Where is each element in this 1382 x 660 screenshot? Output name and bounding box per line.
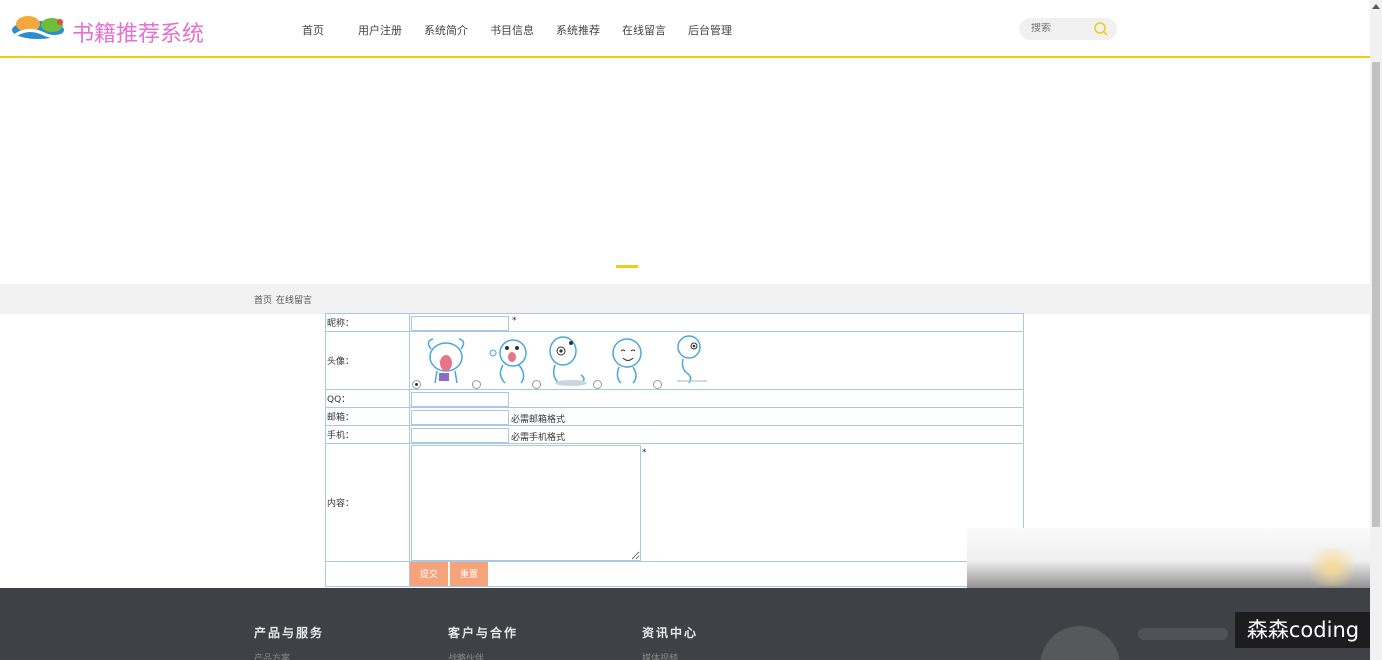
- submit-button[interactable]: 提交: [410, 562, 448, 586]
- content-textarea[interactable]: [411, 445, 641, 561]
- guestbook-form: 昵称： * 头像： QQ： 邮箱： 必需邮箱格式 手机： 必需手机格式 内容： …: [325, 313, 1024, 587]
- footer-col-news: 资讯中心 媒体视频: [642, 624, 698, 660]
- nav-item-home[interactable]: 首页: [302, 22, 324, 38]
- scroll-up-arrow-icon[interactable]: [1372, 4, 1380, 9]
- avatar-label: 头像：: [325, 331, 410, 390]
- blurred-glow: [1302, 548, 1362, 586]
- breadcrumb-bar: 首页 在线留言: [0, 284, 1370, 314]
- nav-item-recommend[interactable]: 系统推荐: [556, 22, 600, 38]
- banner: [0, 58, 1370, 284]
- footer-col-title: 客户与合作: [448, 626, 519, 640]
- site-footer: 产品与服务 产品方案 客户与合作 战略伙伴 资讯中心 媒体视频: [0, 588, 1370, 660]
- email-hint: 必需邮箱格式: [511, 414, 566, 425]
- avatar-radio-3[interactable]: [532, 379, 541, 389]
- search-input[interactable]: [1031, 23, 1091, 34]
- avatar-5-icon: [677, 334, 707, 383]
- avatar-radio-5[interactable]: [653, 379, 662, 389]
- nickname-required-mark: *: [512, 315, 517, 326]
- main-nav: 首页 用户注册 系统简介 书目信息 系统推荐 在线留言 后台管理: [292, 22, 754, 38]
- nickname-input[interactable]: [411, 315, 509, 331]
- content-required-mark: *: [642, 448, 647, 458]
- search-box: [1019, 18, 1117, 40]
- footer-decoration: [1138, 628, 1228, 640]
- qq-input[interactable]: [411, 391, 509, 407]
- nav-item-intro[interactable]: 系统简介: [424, 22, 468, 38]
- email-label: 邮箱：: [325, 407, 410, 426]
- logo-icon: [12, 16, 69, 39]
- breadcrumb-current: 在线留言: [276, 296, 313, 306]
- button-row-spacer: [325, 561, 410, 587]
- avatar-picker: [411, 333, 1023, 389]
- vertical-scrollbar[interactable]: [1370, 0, 1382, 660]
- nav-item-admin[interactable]: 后台管理: [688, 22, 732, 38]
- footer-col-title: 资讯中心: [642, 626, 699, 640]
- banner-indicator[interactable]: [616, 265, 638, 268]
- scrollbar-thumb[interactable]: [1372, 62, 1380, 527]
- phone-label: 手机：: [325, 425, 410, 444]
- watermark: 森森coding: [1235, 612, 1371, 648]
- breadcrumb-home[interactable]: 首页: [254, 296, 272, 306]
- content-label: 内容：: [325, 443, 410, 562]
- avatar-2-icon: [489, 338, 527, 384]
- footer-decoration: [1040, 626, 1120, 660]
- nav-item-guestbook[interactable]: 在线留言: [622, 22, 666, 38]
- avatar-3-icon: [549, 335, 587, 386]
- avatar-4-icon: [612, 337, 642, 384]
- reset-button[interactable]: 重置: [450, 562, 488, 586]
- footer-col-partners: 客户与合作 战略伙伴: [448, 624, 518, 660]
- nav-item-register[interactable]: 用户注册: [358, 22, 402, 38]
- page: 书籍推荐系统 首页 用户注册 系统简介 书目信息 系统推荐 在线留言 后台管理 …: [0, 0, 1382, 660]
- avatar-1-icon: [427, 337, 465, 383]
- phone-input[interactable]: [411, 427, 509, 443]
- footer-col-products: 产品与服务 产品方案: [254, 624, 324, 660]
- qq-label: QQ：: [325, 389, 410, 408]
- site-title: 书籍推荐系统: [72, 22, 205, 47]
- avatar-radio-2[interactable]: [472, 379, 481, 389]
- footer-col-link[interactable]: 战略伙伴: [448, 651, 518, 660]
- nav-item-books[interactable]: 书目信息: [490, 22, 534, 38]
- phone-hint: 必需手机格式: [511, 432, 566, 443]
- footer-col-link[interactable]: 媒体视频: [642, 651, 698, 660]
- nickname-label: 昵称：: [325, 313, 410, 332]
- breadcrumb: 首页 在线留言: [254, 293, 316, 306]
- site-header: 书籍推荐系统 首页 用户注册 系统简介 书目信息 系统推荐 在线留言 后台管理: [0, 0, 1370, 58]
- footer-col-link[interactable]: 产品方案: [254, 651, 324, 660]
- email-input[interactable]: [411, 409, 509, 425]
- footer-col-title: 产品与服务: [254, 626, 325, 640]
- search-icon[interactable]: [1093, 21, 1109, 37]
